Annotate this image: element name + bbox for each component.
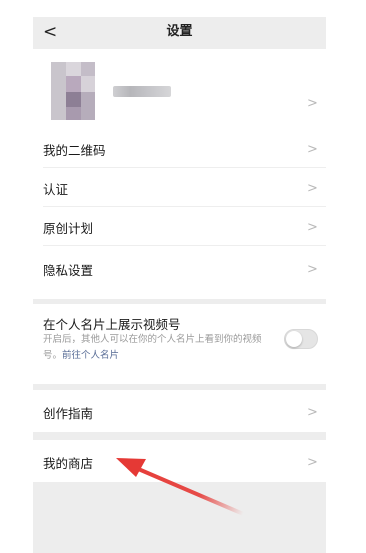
menu-item-verification[interactable]: 认证 > bbox=[33, 168, 326, 206]
chevron-right-icon: > bbox=[307, 142, 318, 157]
menu-item-label: 原创计划 bbox=[43, 221, 94, 236]
settings-screen: < 设置 > 我的二维码 > 认证 > 原创计划 > 隐私设置 > 在个人名片上… bbox=[33, 17, 326, 553]
avatar bbox=[51, 62, 95, 120]
chevron-right-icon: > bbox=[307, 96, 318, 111]
menu-item-label: 认证 bbox=[43, 182, 69, 197]
menu-item-label: 我的二维码 bbox=[43, 143, 106, 158]
menu-item-my-shop[interactable]: 我的商店 > bbox=[33, 440, 326, 482]
channels-toggle-switch[interactable] bbox=[284, 329, 318, 349]
menu-item-privacy[interactable]: 隐私设置 > bbox=[33, 246, 326, 298]
menu-item-label: 创作指南 bbox=[43, 406, 94, 421]
page-title: 设置 bbox=[166, 24, 193, 39]
menu-item-creation-guide[interactable]: 创作指南 > bbox=[33, 390, 326, 432]
menu-item-qrcode[interactable]: 我的二维码 > bbox=[33, 129, 326, 167]
chevron-right-icon: > bbox=[307, 181, 318, 196]
chevron-right-icon: > bbox=[307, 405, 318, 420]
profile-name bbox=[113, 86, 171, 97]
toggle-knob bbox=[286, 331, 302, 347]
menu-item-original-program[interactable]: 原创计划 > bbox=[33, 207, 326, 245]
go-to-profile-link[interactable]: 前往个人名片 bbox=[62, 350, 119, 361]
navigation-bar: < 设置 bbox=[33, 17, 326, 47]
menu-group: 我的二维码 > 认证 > 原创计划 > 隐私设置 > bbox=[33, 129, 326, 299]
channels-toggle-title: 在个人名片上展示视频号 bbox=[43, 317, 181, 332]
chevron-right-icon: > bbox=[307, 262, 318, 277]
menu-item-label: 我的商店 bbox=[43, 456, 94, 471]
chevron-right-icon: > bbox=[307, 455, 318, 470]
channels-toggle-card: 在个人名片上展示视频号 开启后，其他人可以在你的个人名片上看到你的视频号。前往个… bbox=[33, 304, 326, 384]
chevron-right-icon: > bbox=[307, 220, 318, 235]
channels-toggle-description: 开启后，其他人可以在你的个人名片上看到你的视频号。前往个人名片 bbox=[43, 332, 273, 364]
menu-item-label: 隐私设置 bbox=[43, 263, 94, 278]
